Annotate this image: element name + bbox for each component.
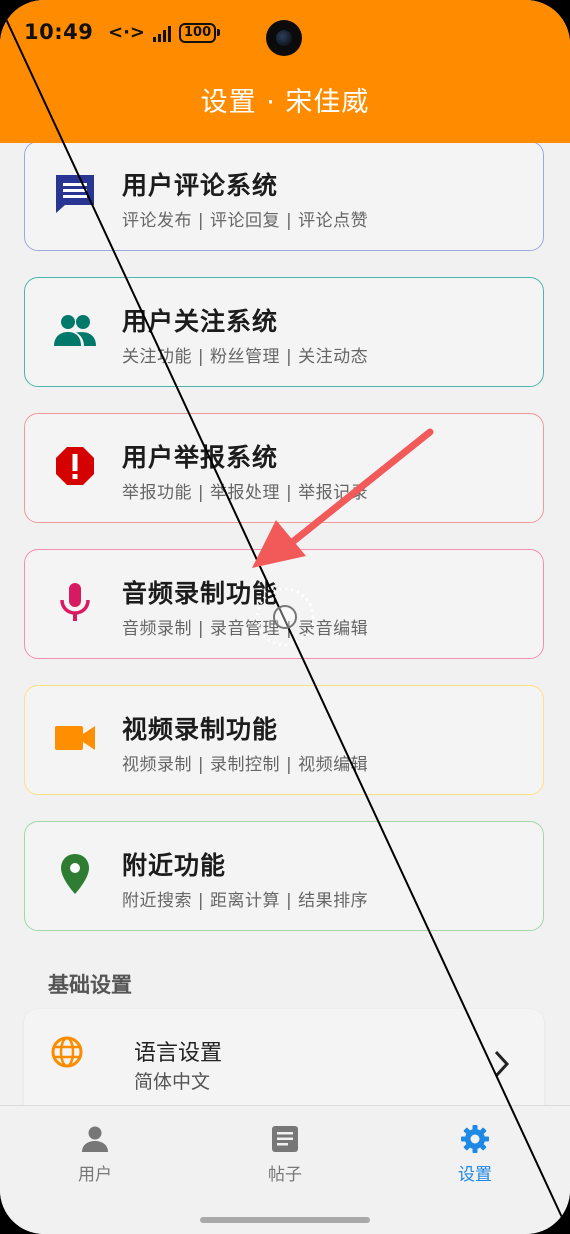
status-bar: 10:49 <·> 100 <box>0 0 570 70</box>
location-pin-icon <box>61 854 89 894</box>
feature-title: 用户关注系统 <box>122 307 279 336</box>
feature-card-report[interactable]: 用户举报系统 举报功能 | 举报处理 | 举报记录 <box>24 413 544 523</box>
battery-icon: 100 <box>179 22 221 43</box>
feature-card-nearby[interactable]: 附近功能 附近搜索 | 距离计算 | 结果排序 <box>24 821 544 931</box>
setting-value: 简体中文 <box>134 1071 211 1093</box>
phone-screen: 10:49 <·> 100 设置 · 宋佳威 用户评论系统 评论发布 | 评论回… <box>0 0 570 1234</box>
home-indicator[interactable] <box>200 1217 370 1223</box>
report-icon <box>56 447 94 485</box>
feature-card-video-recording[interactable]: 视频录制功能 视频录制 | 录制控制 | 视频编辑 <box>24 685 544 795</box>
status-icons: <·> 100 <box>108 22 221 43</box>
people-icon <box>54 315 96 346</box>
article-icon <box>272 1126 298 1152</box>
nav-label: 帖子 <box>268 1165 302 1185</box>
feature-subtitle: 关注功能 | 粉丝管理 | 关注动态 <box>122 347 369 367</box>
section-title-basic-settings: 基础设置 <box>48 973 132 997</box>
feature-subtitle: 音频录制 | 录音管理 | 录音编辑 <box>122 619 369 639</box>
feature-title: 用户评论系统 <box>122 171 279 200</box>
feature-title: 音频录制功能 <box>122 579 279 608</box>
feature-card-comment[interactable]: 用户评论系统 评论发布 | 评论回复 | 评论点赞 <box>24 143 544 251</box>
person-icon <box>82 1126 108 1152</box>
nav-tab-settings[interactable]: 设置 <box>425 1124 525 1185</box>
settings-content[interactable]: 用户评论系统 评论发布 | 评论回复 | 评论点赞 用户关注系统 关注功能 | … <box>0 143 570 1105</box>
app-header: 10:49 <·> 100 设置 · 宋佳威 <box>0 0 570 143</box>
nav-label: 用户 <box>78 1165 112 1185</box>
language-setting-item[interactable]: 语言设置 简体中文 <box>24 1009 544 1105</box>
microphone-icon <box>60 583 90 621</box>
nav-tab-user[interactable]: 用户 <box>45 1124 145 1185</box>
battery-level: 100 <box>179 22 217 43</box>
feature-subtitle: 评论发布 | 评论回复 | 评论点赞 <box>122 211 369 231</box>
feature-title: 附近功能 <box>122 851 227 880</box>
comment-icon <box>56 175 94 213</box>
bottom-navigation: 用户 帖子 设置 <box>0 1105 570 1234</box>
data-transfer-icon: <·> <box>108 22 146 43</box>
status-time: 10:49 <box>24 20 94 44</box>
nav-label: 设置 <box>458 1165 492 1185</box>
feature-subtitle: 视频录制 | 录制控制 | 视频编辑 <box>122 755 369 775</box>
feature-title: 用户举报系统 <box>122 443 279 472</box>
globe-icon <box>51 1036 83 1068</box>
setting-title: 语言设置 <box>134 1041 223 1066</box>
signal-icon <box>153 24 172 42</box>
video-camera-icon <box>55 726 95 750</box>
front-camera-icon <box>266 20 302 56</box>
gear-icon <box>461 1125 489 1153</box>
feature-subtitle: 附近搜索 | 距离计算 | 结果排序 <box>122 891 369 911</box>
nav-tab-posts[interactable]: 帖子 <box>235 1124 335 1185</box>
feature-card-audio-recording[interactable]: 音频录制功能 音频录制 | 录音管理 | 录音编辑 <box>24 549 544 659</box>
page-title: 设置 · 宋佳威 <box>200 87 370 118</box>
feature-subtitle: 举报功能 | 举报处理 | 举报记录 <box>122 483 369 503</box>
feature-title: 视频录制功能 <box>122 715 279 744</box>
chevron-right-icon <box>494 1050 510 1078</box>
feature-card-follow[interactable]: 用户关注系统 关注功能 | 粉丝管理 | 关注动态 <box>24 277 544 387</box>
